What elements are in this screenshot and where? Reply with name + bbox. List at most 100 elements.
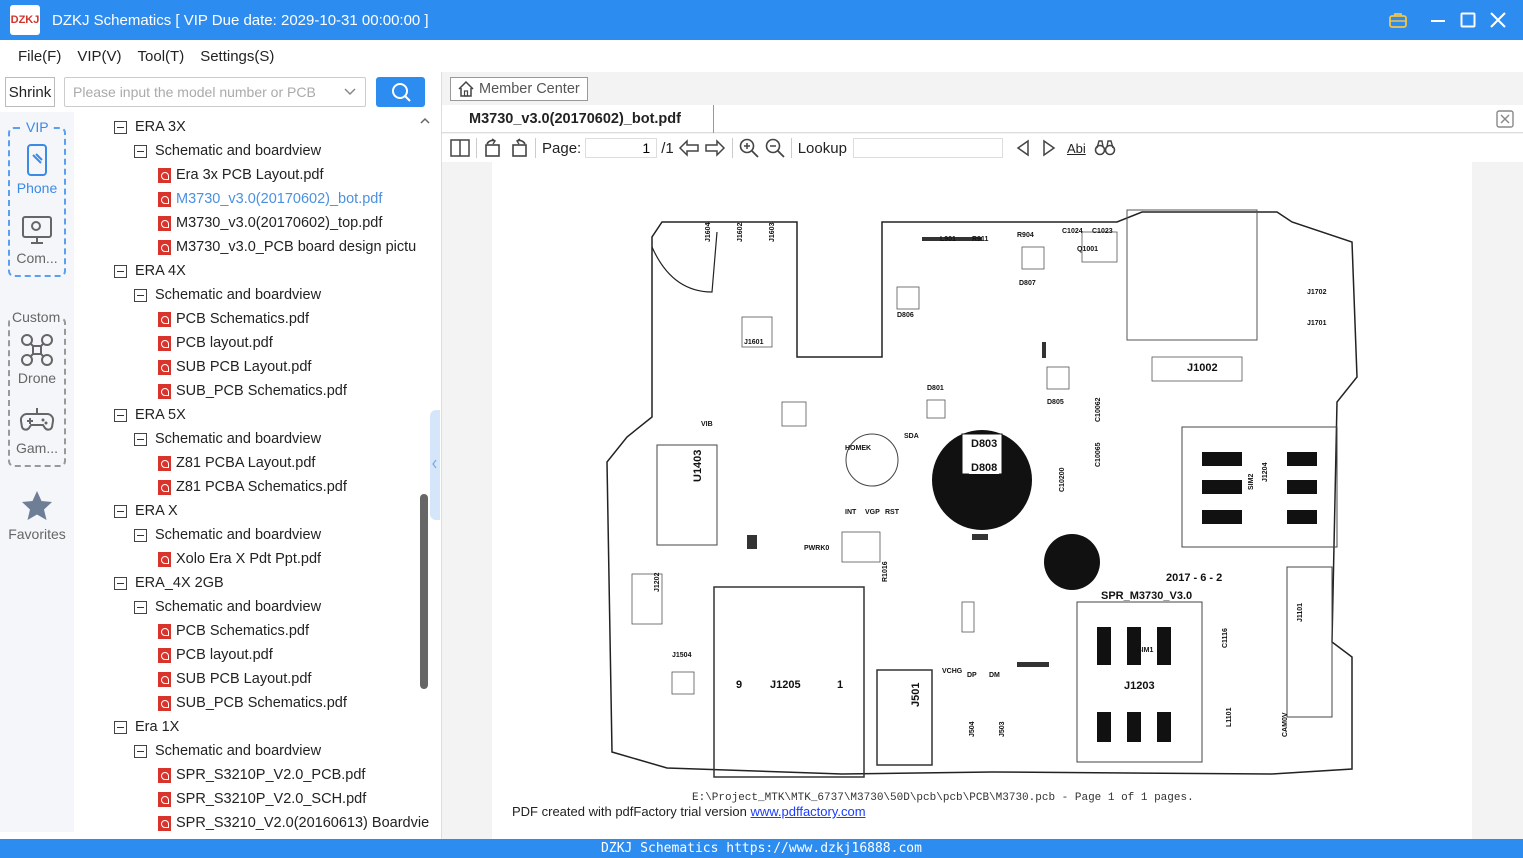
- search-input[interactable]: [73, 84, 335, 100]
- tree-file-item[interactable]: SUB_PCB Schematics.pdf: [158, 379, 347, 403]
- collapse-icon[interactable]: [134, 432, 147, 446]
- pcb-label: C1023: [1092, 228, 1113, 235]
- nav-computer[interactable]: Com...: [0, 212, 74, 266]
- search-button[interactable]: [376, 77, 425, 107]
- scroll-up-icon[interactable]: [418, 114, 432, 128]
- tree-file-item[interactable]: Era 3x PCB Layout.pdf: [158, 163, 324, 187]
- pdf-page[interactable]: J1604 J1602 J1603 L901 R911 R904 C1024 C1023 Q10…: [492, 162, 1472, 839]
- tree-folder-item[interactable]: Schematic and boardview: [134, 283, 321, 307]
- nav-phone-label: Phone: [16, 180, 58, 196]
- nav-phone[interactable]: Phone: [0, 142, 74, 196]
- collapse-icon[interactable]: [114, 120, 127, 134]
- tree-file-item[interactable]: Z81 PCBA Layout.pdf: [158, 451, 315, 475]
- rotate-right-icon[interactable]: [509, 138, 529, 158]
- pcb-label: R904: [1017, 232, 1034, 239]
- tree-item-label: M3730_v3.0_PCB board design pictu: [176, 239, 417, 255]
- tree-folder-item[interactable]: Schematic and boardview: [134, 523, 321, 547]
- collapse-icon[interactable]: [114, 504, 127, 518]
- tree-file-item[interactable]: PCB layout.pdf: [158, 643, 273, 667]
- nav-favorites[interactable]: Favorites: [0, 488, 74, 542]
- menu-file[interactable]: File(F): [18, 48, 61, 65]
- panel-toggle-icon[interactable]: [450, 139, 470, 157]
- search-combobox[interactable]: [64, 77, 366, 107]
- tree-folder-item[interactable]: ERA X: [114, 499, 178, 523]
- panel-splitter[interactable]: [430, 410, 440, 520]
- next-page-icon[interactable]: [704, 139, 726, 157]
- pcb-label: J1604: [705, 222, 712, 242]
- close-icon[interactable]: [1483, 0, 1513, 40]
- tree-item-label: Era 1X: [135, 719, 180, 735]
- tree-file-item[interactable]: Z81 PCBA Schematics.pdf: [158, 475, 347, 499]
- tree-folder-item[interactable]: Schematic and boardview: [134, 427, 321, 451]
- tree-item-label: SPR_S3210_V2.0(20160613) Boardvie: [176, 815, 430, 831]
- previous-page-icon[interactable]: [678, 139, 700, 157]
- tree-file-item[interactable]: M3730_v3.0_PCB board design pictu: [158, 235, 416, 259]
- zoom-out-icon[interactable]: [765, 138, 785, 158]
- tree-item-label: SUB_PCB Schematics.pdf: [176, 383, 347, 399]
- pcb-label: D807: [1019, 280, 1036, 287]
- tree-folder-item[interactable]: Schematic and boardview: [134, 739, 321, 763]
- shrink-button[interactable]: Shrink: [5, 77, 55, 107]
- maximize-icon[interactable]: [1453, 0, 1483, 40]
- collapse-icon[interactable]: [114, 576, 127, 590]
- tree-folder-item[interactable]: Era 1X: [114, 715, 179, 739]
- collapse-icon[interactable]: [114, 408, 127, 422]
- tree-folder-item[interactable]: Schematic and boardview: [134, 139, 321, 163]
- tree-file-item[interactable]: M3730_v3.0(20170602)_bot.pdf: [158, 187, 382, 211]
- tree-file-item[interactable]: PCB layout.pdf: [158, 331, 273, 355]
- tree-folder-item[interactable]: Schematic and boardview: [134, 595, 321, 619]
- minimize-icon[interactable]: [1423, 0, 1453, 40]
- pcb-label: J1504: [672, 652, 692, 659]
- pdf-file-icon: [158, 551, 171, 567]
- find-previous-icon[interactable]: [1015, 139, 1031, 157]
- tree-file-item[interactable]: Xolo Era X Pdt Ppt.pdf: [158, 547, 321, 571]
- collapse-icon[interactable]: [114, 264, 127, 278]
- pdf-footer-note: PDF created with pdfFactory trial versio…: [512, 804, 866, 819]
- collapse-icon[interactable]: [114, 720, 127, 734]
- pcb-label: VIB: [701, 421, 713, 428]
- collapse-icon[interactable]: [134, 144, 147, 158]
- menu-tool[interactable]: Tool(T): [138, 48, 185, 65]
- nav-drone[interactable]: Drone: [0, 332, 74, 386]
- find-next-icon[interactable]: [1041, 139, 1057, 157]
- tree-folder-item[interactable]: ERA 5X: [114, 403, 186, 427]
- tree-file-item[interactable]: PCB Schematics.pdf: [158, 619, 309, 643]
- collapse-icon[interactable]: [134, 600, 147, 614]
- match-case-button[interactable]: Abi: [1067, 141, 1086, 156]
- tree-item-label: ERA X: [135, 503, 178, 519]
- page-input[interactable]: [585, 138, 658, 158]
- pdf-note-link[interactable]: www.pdffactory.com: [750, 804, 865, 819]
- tree-item-label: PCB layout.pdf: [176, 335, 273, 351]
- collapse-icon[interactable]: [134, 744, 147, 758]
- tree-file-item[interactable]: SUB_PCB Schematics.pdf: [158, 691, 347, 715]
- scrollbar-thumb[interactable]: [420, 494, 428, 689]
- member-center-button[interactable]: Member Center: [450, 77, 588, 101]
- close-tab-icon[interactable]: [1496, 110, 1514, 128]
- tree-file-item[interactable]: PCB Schematics.pdf: [158, 307, 309, 331]
- rotate-left-icon[interactable]: [483, 138, 503, 158]
- tab-document[interactable]: M3730_v3.0(20170602)_bot.pdf: [442, 105, 714, 133]
- tree-folder-item[interactable]: ERA 3X: [114, 115, 186, 139]
- pcb-label: C1024: [1062, 228, 1083, 235]
- collapse-icon[interactable]: [134, 528, 147, 542]
- briefcase-icon[interactable]: [1383, 0, 1413, 40]
- tree-folder-item[interactable]: ERA_4X 2GB: [114, 571, 224, 595]
- menu-vip[interactable]: VIP(V): [77, 48, 121, 65]
- binoculars-icon[interactable]: [1094, 139, 1116, 157]
- tree-file-item[interactable]: SPR_S3210_V2.0(20160613) Boardvie: [158, 811, 429, 832]
- lookup-input[interactable]: [852, 138, 1003, 158]
- chevron-down-icon[interactable]: [343, 83, 357, 104]
- collapse-icon[interactable]: [134, 288, 147, 302]
- zoom-in-icon[interactable]: [739, 138, 759, 158]
- nav-game[interactable]: Gam...: [0, 402, 74, 456]
- tree-file-item[interactable]: SUB PCB Layout.pdf: [158, 355, 311, 379]
- tree-file-item[interactable]: SPR_S3210P_V2.0_SCH.pdf: [158, 787, 366, 811]
- tree-folder-item[interactable]: ERA 4X: [114, 259, 186, 283]
- tree-item-label: PCB layout.pdf: [176, 647, 273, 663]
- member-center-label: Member Center: [479, 81, 580, 97]
- tree-file-item[interactable]: SPR_S3210P_V2.0_PCB.pdf: [158, 763, 365, 787]
- tree-item-label: ERA 5X: [135, 407, 186, 423]
- tree-file-item[interactable]: SUB PCB Layout.pdf: [158, 667, 311, 691]
- tree-file-item[interactable]: M3730_v3.0(20170602)_top.pdf: [158, 211, 382, 235]
- menu-settings[interactable]: Settings(S): [200, 48, 274, 65]
